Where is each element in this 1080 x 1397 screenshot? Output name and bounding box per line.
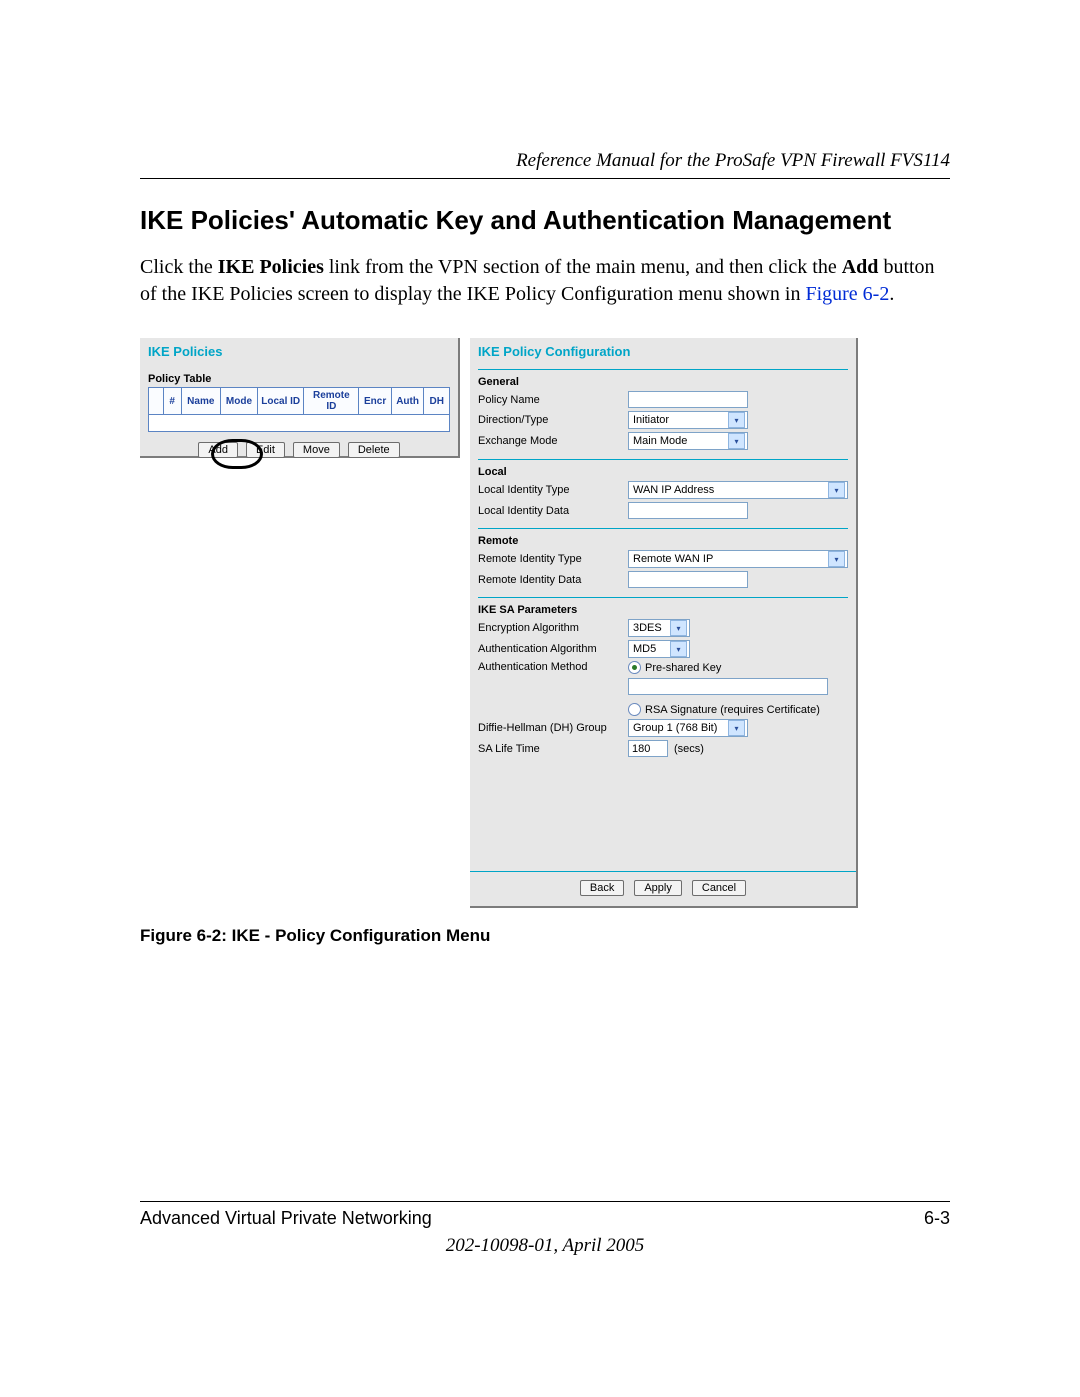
- section-local: Local Local Identity Type WAN IP Address…: [478, 459, 848, 528]
- move-button[interactable]: Move: [293, 442, 340, 458]
- psk-radio[interactable]: [628, 661, 641, 674]
- exchange-value: Main Mode: [633, 435, 687, 447]
- remote-id-type-value: Remote WAN IP: [633, 553, 713, 565]
- remote-id-data-label: Remote Identity Data: [478, 574, 628, 586]
- policy-name-input[interactable]: [628, 391, 748, 408]
- local-id-data-label: Local Identity Data: [478, 505, 628, 517]
- general-heading: General: [478, 376, 848, 388]
- policy-table: # Name Mode Local ID Remote ID Encr Auth…: [148, 387, 450, 432]
- rsa-radio-row[interactable]: RSA Signature (requires Certificate): [628, 703, 828, 716]
- psk-radio-row[interactable]: Pre-shared Key: [628, 661, 828, 674]
- running-header: Reference Manual for the ProSafe VPN Fir…: [140, 150, 950, 172]
- policy-table-label: Policy Table: [148, 373, 450, 385]
- edit-button[interactable]: Edit: [246, 442, 285, 458]
- ike-config-panel: IKE Policy Configuration General Policy …: [470, 338, 858, 908]
- ike-policies-title: IKE Policies: [148, 344, 450, 359]
- remote-id-type-select[interactable]: Remote WAN IP ▾: [628, 550, 848, 568]
- add-button[interactable]: Add: [198, 442, 238, 458]
- figure-caption: Figure 6-2: IKE - Policy Configuration M…: [140, 926, 950, 946]
- enc-alg-label: Encryption Algorithm: [478, 622, 628, 634]
- local-id-data-input[interactable]: [628, 502, 748, 519]
- direction-select[interactable]: Initiator ▾: [628, 411, 748, 429]
- bold-ike-policies: IKE Policies: [218, 256, 324, 278]
- chevron-down-icon: ▾: [670, 641, 687, 657]
- col-encr: Encr: [359, 388, 391, 415]
- dh-group-select[interactable]: Group 1 (768 Bit) ▾: [628, 719, 748, 737]
- local-heading: Local: [478, 466, 848, 478]
- policy-name-label: Policy Name: [478, 394, 628, 406]
- auth-alg-select[interactable]: MD5 ▾: [628, 640, 690, 658]
- exchange-select[interactable]: Main Mode ▾: [628, 432, 748, 450]
- local-id-type-value: WAN IP Address: [633, 484, 714, 496]
- chevron-down-icon: ▾: [828, 551, 845, 567]
- figure-reference-link[interactable]: Figure 6-2: [805, 283, 889, 305]
- rsa-label: RSA Signature (requires Certificate): [645, 704, 820, 716]
- auth-alg-label: Authentication Algorithm: [478, 643, 628, 655]
- sa-life-input[interactable]: [628, 740, 668, 757]
- table-row: [149, 415, 450, 432]
- direction-label: Direction/Type: [478, 414, 628, 426]
- col-localid: Local ID: [258, 388, 304, 415]
- enc-alg-value: 3DES: [633, 622, 662, 634]
- table-header-row: # Name Mode Local ID Remote ID Encr Auth…: [149, 388, 450, 415]
- col-select: [149, 388, 164, 415]
- rsa-radio[interactable]: [628, 703, 641, 716]
- col-auth: Auth: [391, 388, 424, 415]
- auth-method-label: Authentication Method: [478, 661, 628, 673]
- header-rule: [140, 178, 950, 179]
- section-general: General Policy Name Direction/Type Initi…: [478, 369, 848, 459]
- direction-value: Initiator: [633, 414, 669, 426]
- apply-button[interactable]: Apply: [634, 880, 682, 896]
- ike-policies-panel: IKE Policies Policy Table # Name Mode Lo…: [140, 338, 460, 458]
- sa-life-unit: (secs): [674, 743, 704, 755]
- sa-life-label: SA Life Time: [478, 743, 628, 755]
- back-button[interactable]: Back: [580, 880, 624, 896]
- bold-add: Add: [842, 256, 879, 278]
- enc-alg-select[interactable]: 3DES ▾: [628, 619, 690, 637]
- chevron-down-icon: ▾: [728, 720, 745, 736]
- chevron-down-icon: ▾: [728, 412, 745, 428]
- local-id-type-select[interactable]: WAN IP Address ▾: [628, 481, 848, 499]
- delete-button[interactable]: Delete: [348, 442, 400, 458]
- section-remote: Remote Remote Identity Type Remote WAN I…: [478, 528, 848, 597]
- section-sa: IKE SA Parameters Encryption Algorithm 3…: [478, 597, 848, 766]
- footer-docrev: 202-10098-01, April 2005: [140, 1235, 950, 1257]
- dh-group-value: Group 1 (768 Bit): [633, 722, 717, 734]
- chevron-down-icon: ▾: [728, 433, 745, 449]
- psk-input[interactable]: [628, 678, 828, 695]
- text: Click the: [140, 256, 218, 278]
- section-heading: IKE Policies' Automatic Key and Authenti…: [140, 205, 950, 236]
- col-mode: Mode: [220, 388, 257, 415]
- remote-id-type-label: Remote Identity Type: [478, 553, 628, 565]
- chevron-down-icon: ▾: [670, 620, 687, 636]
- col-remoteid: Remote ID: [304, 388, 359, 415]
- dh-group-label: Diffie-Hellman (DH) Group: [478, 722, 628, 734]
- footer-rule: [140, 1201, 950, 1202]
- col-dh: DH: [424, 388, 450, 415]
- text: .: [889, 283, 894, 305]
- col-num: #: [163, 388, 181, 415]
- sa-heading: IKE SA Parameters: [478, 604, 848, 616]
- policy-table-buttons: Add Edit Move Delete: [148, 442, 450, 458]
- ike-config-title: IKE Policy Configuration: [470, 344, 856, 359]
- intro-paragraph: Click the IKE Policies link from the VPN…: [140, 254, 950, 308]
- psk-label: Pre-shared Key: [645, 662, 721, 674]
- footer-chapter: Advanced Virtual Private Networking: [140, 1208, 432, 1229]
- footer-page: 6-3: [924, 1208, 950, 1229]
- local-id-type-label: Local Identity Type: [478, 484, 628, 496]
- config-footer-buttons: Back Apply Cancel: [470, 871, 856, 898]
- chevron-down-icon: ▾: [828, 482, 845, 498]
- cancel-button[interactable]: Cancel: [692, 880, 746, 896]
- col-name: Name: [181, 388, 220, 415]
- remote-heading: Remote: [478, 535, 848, 547]
- remote-id-data-input[interactable]: [628, 571, 748, 588]
- auth-alg-value: MD5: [633, 643, 656, 655]
- text: link from the VPN section of the main me…: [324, 256, 842, 278]
- exchange-label: Exchange Mode: [478, 435, 628, 447]
